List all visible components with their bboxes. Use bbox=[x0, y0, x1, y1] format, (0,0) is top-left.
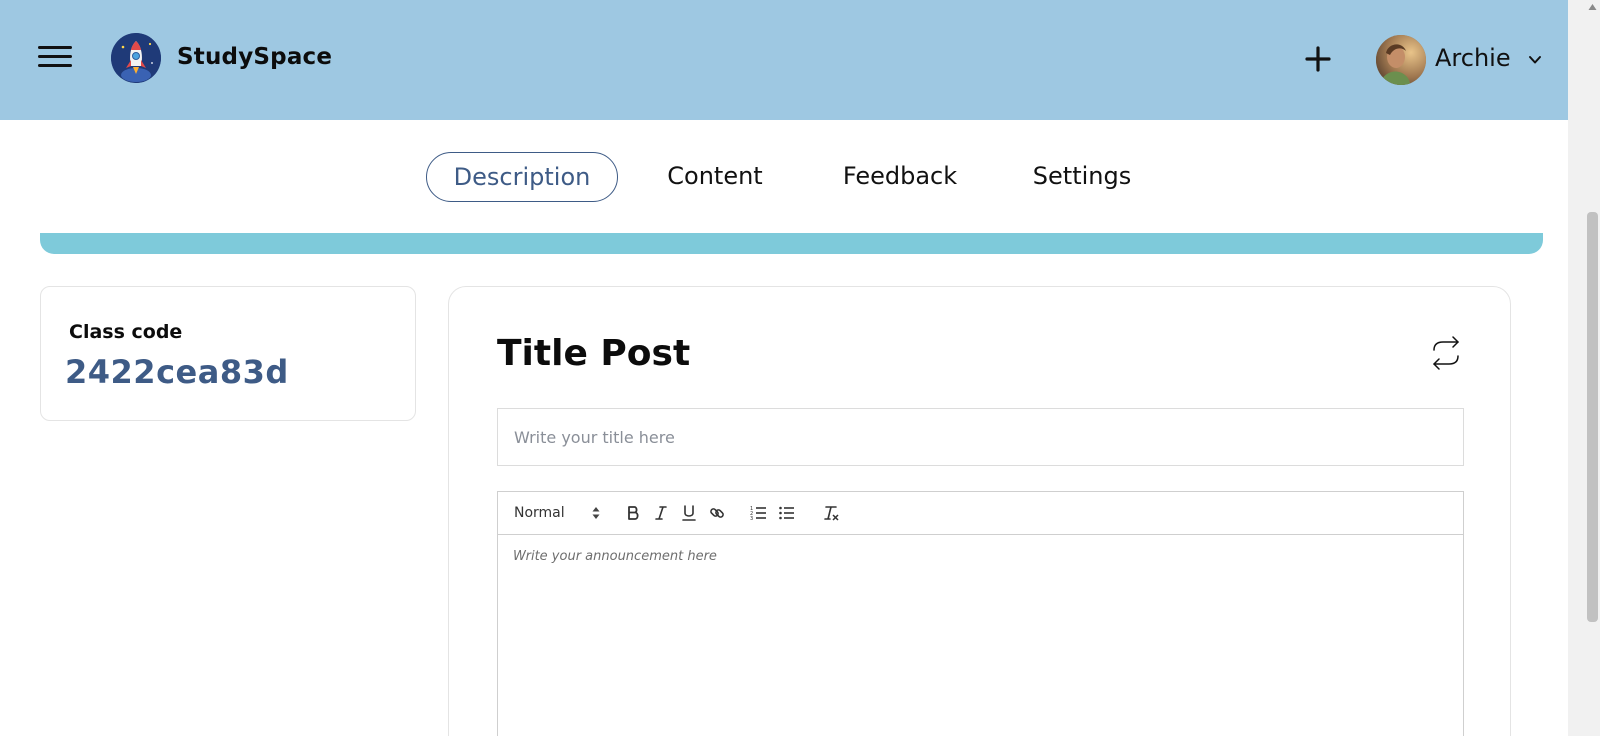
clear-format-icon[interactable] bbox=[822, 503, 840, 523]
username[interactable]: Archie bbox=[1435, 44, 1511, 72]
italic-icon[interactable] bbox=[652, 503, 670, 523]
page-scrollbar[interactable] bbox=[1568, 0, 1600, 736]
class-banner bbox=[40, 233, 1543, 254]
bullet-list-icon[interactable] bbox=[778, 503, 796, 523]
format-select[interactable]: Normal bbox=[514, 503, 600, 523]
tab-feedback[interactable]: Feedback bbox=[832, 152, 968, 202]
plus-icon[interactable] bbox=[1300, 40, 1336, 76]
announcement-placeholder: Write your announcement here bbox=[513, 549, 717, 564]
brand-name[interactable]: StudySpace bbox=[177, 44, 332, 70]
avatar[interactable] bbox=[1376, 35, 1426, 85]
menu-icon[interactable] bbox=[38, 46, 72, 70]
rich-text-editor: Normal 1 2 3 Write your announcement her… bbox=[497, 491, 1464, 736]
select-arrows-icon bbox=[592, 507, 600, 519]
svg-text:3: 3 bbox=[750, 516, 753, 522]
tab-settings[interactable]: Settings bbox=[1026, 152, 1138, 202]
tab-content[interactable]: Content bbox=[656, 152, 774, 202]
class-code-label: Class code bbox=[69, 321, 183, 343]
editor-toolbar: Normal 1 2 3 bbox=[498, 492, 1463, 535]
rocket-logo-icon[interactable] bbox=[111, 33, 161, 83]
swap-icon[interactable] bbox=[1428, 336, 1464, 370]
ordered-list-icon[interactable]: 1 2 3 bbox=[750, 503, 768, 523]
class-code-value: 2422cea83d bbox=[65, 353, 289, 391]
underline-icon[interactable] bbox=[680, 503, 698, 523]
scrollbar-thumb[interactable] bbox=[1587, 212, 1598, 622]
format-select-value: Normal bbox=[514, 505, 565, 521]
chevron-down-icon[interactable] bbox=[1527, 52, 1543, 68]
tab-description[interactable]: Description bbox=[426, 152, 618, 202]
post-title-heading: Title Post bbox=[497, 333, 691, 374]
bold-icon[interactable] bbox=[624, 503, 642, 523]
post-editor-card: Title Post Normal bbox=[448, 286, 1511, 736]
post-title-input[interactable] bbox=[497, 408, 1464, 466]
tab-bar: Description Content Feedback Settings bbox=[0, 152, 1568, 202]
class-code-card: Class code 2422cea83d bbox=[40, 286, 416, 421]
announcement-editor[interactable]: Write your announcement here bbox=[498, 535, 1463, 736]
link-icon[interactable] bbox=[708, 503, 726, 523]
scroll-up-icon[interactable] bbox=[1587, 2, 1598, 12]
top-navbar: StudySpace Archie bbox=[0, 0, 1568, 120]
